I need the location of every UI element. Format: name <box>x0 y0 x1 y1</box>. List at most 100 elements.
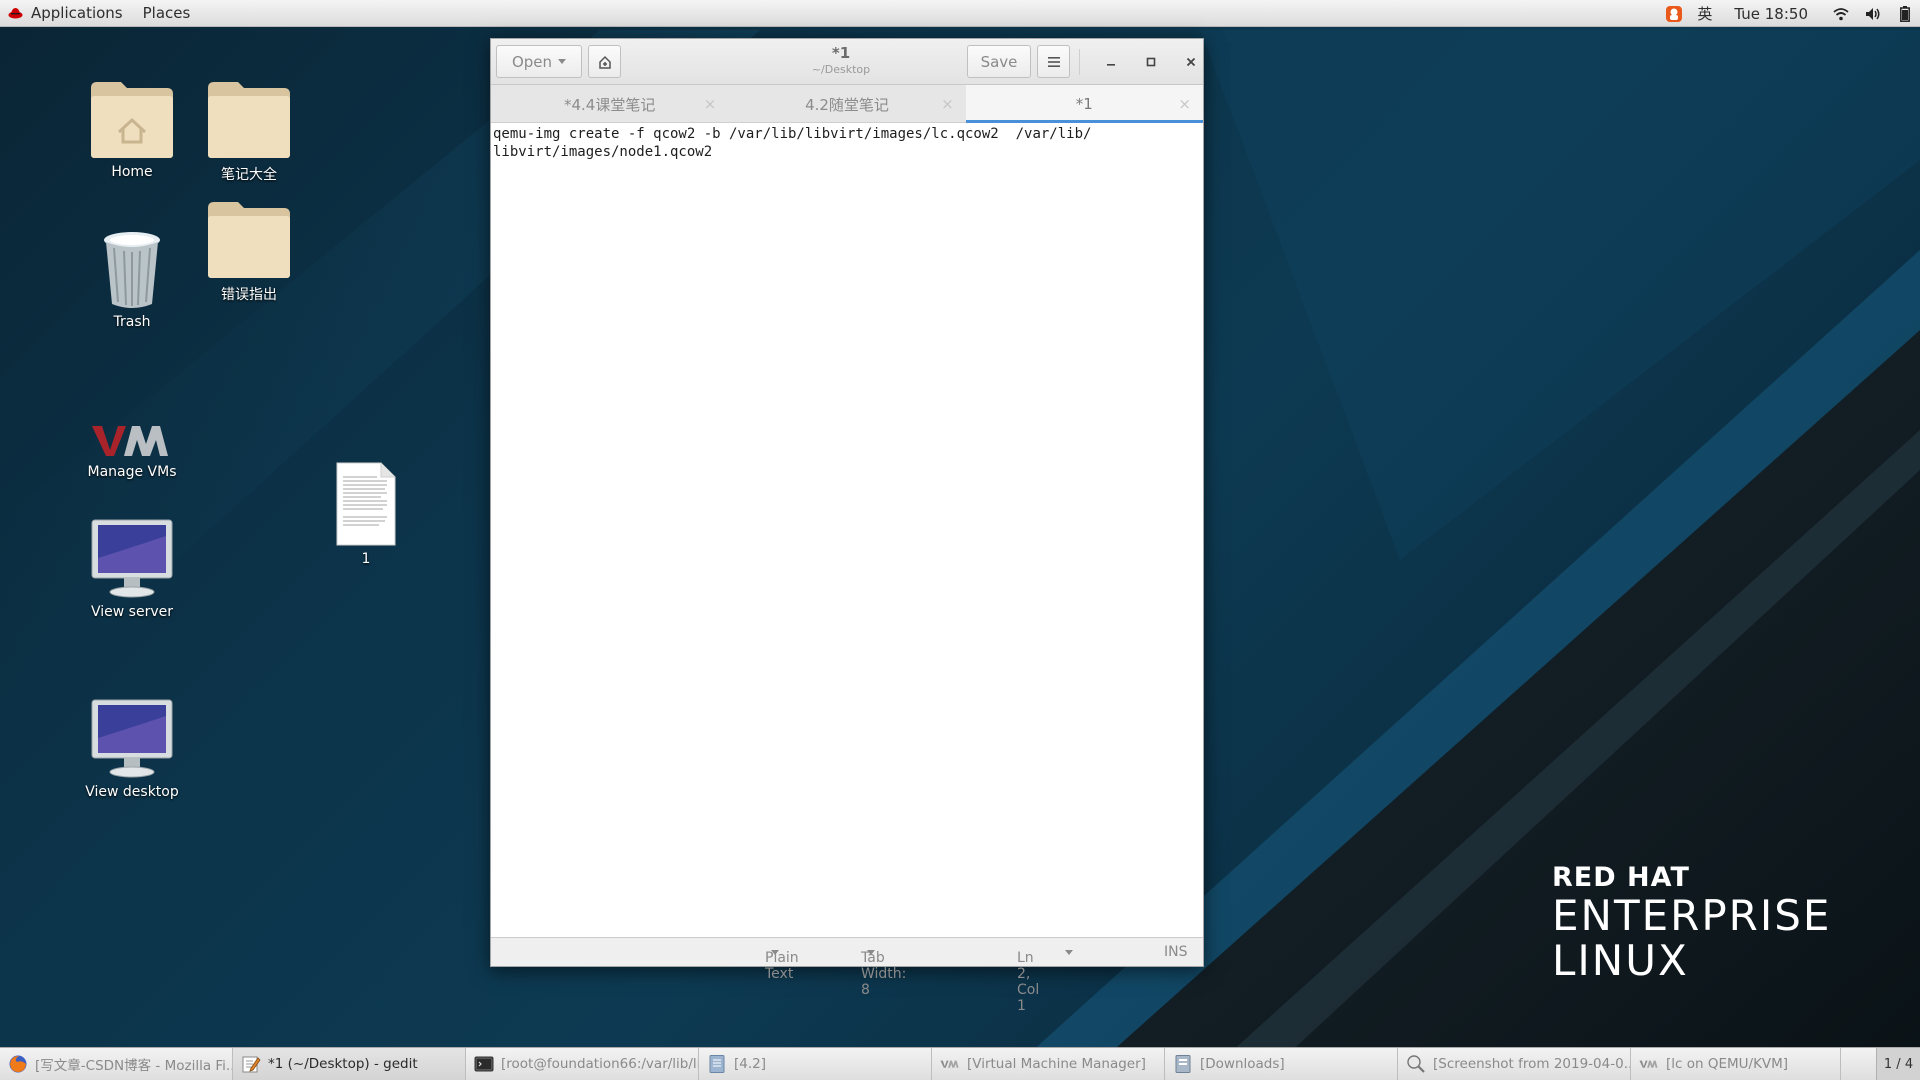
rhel-branding: RED HAT ENTERPRISE LINUX <box>1552 862 1831 983</box>
minimize-button[interactable] <box>1100 51 1122 73</box>
maximize-button[interactable] <box>1140 51 1162 73</box>
input-method-indicator[interactable]: 英 <box>1697 3 1712 24</box>
desktop-icon-view-server[interactable]: View server <box>72 510 192 620</box>
task-screenshot-viewer[interactable]: [Screenshot from 2019-04-0... <box>1398 1048 1631 1080</box>
desktop-icon-file-1[interactable]: 1 <box>306 455 426 567</box>
task-terminal[interactable]: [root@foundation66:/var/lib/li... <box>466 1048 699 1080</box>
battery-icon[interactable] <box>1896 5 1914 23</box>
task-downloads[interactable]: [Downloads] <box>1165 1048 1398 1080</box>
chevron-down-icon <box>1065 950 1073 955</box>
desktop-icon-trash[interactable]: Trash <box>72 220 192 330</box>
trash-icon <box>104 232 160 308</box>
notification-icon[interactable] <box>1665 5 1683 23</box>
tab-close-icon[interactable]: × <box>1178 95 1191 113</box>
desktop-icon-manage-vms[interactable]: Manage VMs <box>72 370 192 480</box>
task-vm-console[interactable]: [lc on QEMU/KVM] <box>1631 1048 1841 1080</box>
header-separator <box>1079 49 1080 75</box>
brand-line-1: RED HAT <box>1552 862 1690 893</box>
home-folder-icon <box>91 82 173 158</box>
task-label: [写文章-CSDN博客 - Mozilla Fi... <box>35 1058 232 1074</box>
desktop-icon-errors[interactable]: 错误指出 <box>189 190 309 304</box>
task-label: *1 (~/Desktop) - gedit <box>268 1056 418 1072</box>
tab-close-icon[interactable]: × <box>704 95 717 113</box>
maximize-icon <box>1146 57 1156 67</box>
firefox-icon <box>8 1054 28 1074</box>
gedit-window: Open *1 ~/Desktop Save *4.4课堂笔记 × 4.2随堂笔… <box>490 38 1204 1014</box>
folder-icon <box>208 82 290 158</box>
open-button[interactable]: Open <box>496 45 582 78</box>
close-button[interactable] <box>1180 51 1202 73</box>
monitor-icon <box>91 519 173 598</box>
hamburger-icon <box>1047 56 1060 67</box>
new-tab-button[interactable] <box>588 45 621 78</box>
tab-label: *1 <box>1075 95 1093 113</box>
desktop-icon-notes[interactable]: 笔记大全 <box>189 70 309 184</box>
task-label: [lc on QEMU/KVM] <box>1666 1056 1789 1072</box>
vm-logo-icon <box>1639 1054 1659 1074</box>
brand-line-2: ENTERPRISE <box>1552 891 1832 940</box>
chevron-down-icon <box>771 950 779 955</box>
insert-mode: INS <box>1164 944 1188 960</box>
volume-icon[interactable] <box>1864 5 1882 23</box>
cursor-position-label: Ln 2, Col 1 <box>1017 950 1040 1014</box>
tab-1[interactable]: *1 × <box>965 85 1204 123</box>
tab-label: *4.4课堂笔记 <box>563 95 656 114</box>
tab-4-4-notes[interactable]: *4.4课堂笔记 × <box>491 85 728 123</box>
window-list: [写文章-CSDN博客 - Mozilla Fi... *1 (~/Deskto… <box>0 1047 1920 1080</box>
brand-line-3: LINUX <box>1552 936 1689 985</box>
tab-bar: *4.4课堂笔记 × 4.2随堂笔记 × *1 × <box>491 85 1204 123</box>
clock[interactable]: Tue 18:50 <box>1734 5 1808 23</box>
window-title: *1 ~/Desktop <box>741 44 941 76</box>
document-icon <box>707 1054 727 1074</box>
close-icon <box>1186 57 1196 67</box>
vm-logo-icon <box>92 426 168 456</box>
applications-menu[interactable]: Applications <box>0 0 133 27</box>
terminal-icon <box>474 1054 494 1074</box>
applications-label: Applications <box>31 4 123 22</box>
tab-close-icon[interactable]: × <box>941 95 954 113</box>
chevron-down-icon <box>558 59 567 64</box>
task-virt-manager[interactable]: [Virtual Machine Manager] <box>932 1048 1165 1080</box>
task-label: [root@foundation66:/var/lib/li... <box>501 1056 698 1072</box>
desktop-icon-label: 笔记大全 <box>221 167 277 183</box>
desktop-icon-label: 错误指出 <box>221 287 277 303</box>
tab-4-2-notes[interactable]: 4.2随堂笔记 × <box>728 85 965 123</box>
save-button[interactable]: Save <box>967 45 1031 78</box>
open-button-label: Open <box>511 52 553 71</box>
task-firefox[interactable]: [写文章-CSDN博客 - Mozilla Fi... <box>0 1048 233 1080</box>
status-bar: Plain Text Tab Width: 8 Ln 2, Col 1 INS <box>491 937 1203 1014</box>
task-label: [Virtual Machine Manager] <box>967 1056 1146 1072</box>
new-document-icon <box>598 55 611 69</box>
workspace-switcher[interactable]: 1 / 4 <box>1876 1048 1920 1080</box>
wifi-icon[interactable] <box>1832 5 1850 23</box>
task-label: [Downloads] <box>1200 1056 1285 1072</box>
redhat-icon <box>8 8 23 19</box>
text-editor[interactable]: qemu-img create -f qcow2 -b /var/lib/lib… <box>491 123 1203 937</box>
tab-width-label: Tab Width: 8 <box>861 950 907 998</box>
task-label: [4.2] <box>734 1056 767 1072</box>
tab-label: 4.2随堂笔记 <box>805 95 889 114</box>
desktop-icon-label: View desktop <box>85 784 179 800</box>
task-gedit[interactable]: *1 (~/Desktop) - gedit <box>233 1048 466 1080</box>
task-label: [Screenshot from 2019-04-0... <box>1433 1056 1630 1072</box>
document-path: ~/Desktop <box>811 63 871 76</box>
file-manager-icon <box>1173 1054 1193 1074</box>
folder-icon <box>208 202 290 278</box>
menu-button[interactable] <box>1037 45 1070 78</box>
desktop-icon-view-desktop[interactable]: View desktop <box>72 690 192 800</box>
header-bar: Open *1 ~/Desktop Save <box>491 39 1203 85</box>
save-button-label: Save <box>980 52 1018 71</box>
chevron-down-icon <box>867 950 875 955</box>
image-viewer-icon <box>1406 1054 1426 1074</box>
desktop-icon-label: Manage VMs <box>87 464 177 480</box>
task-document-4-2[interactable]: [4.2] <box>699 1048 932 1080</box>
desktop-icon-label: Home <box>111 164 153 180</box>
gedit-icon <box>241 1054 261 1074</box>
top-panel: Applications Places 英 Tue 18:50 <box>0 0 1920 27</box>
vm-logo-icon <box>940 1054 960 1074</box>
desktop-icon-label: 1 <box>361 551 371 567</box>
desktop-icon-home[interactable]: Home <box>72 70 192 180</box>
places-menu[interactable]: Places <box>133 4 201 22</box>
desktop-icon-label: Trash <box>113 314 151 330</box>
desktop-icon-label: View server <box>91 604 173 620</box>
